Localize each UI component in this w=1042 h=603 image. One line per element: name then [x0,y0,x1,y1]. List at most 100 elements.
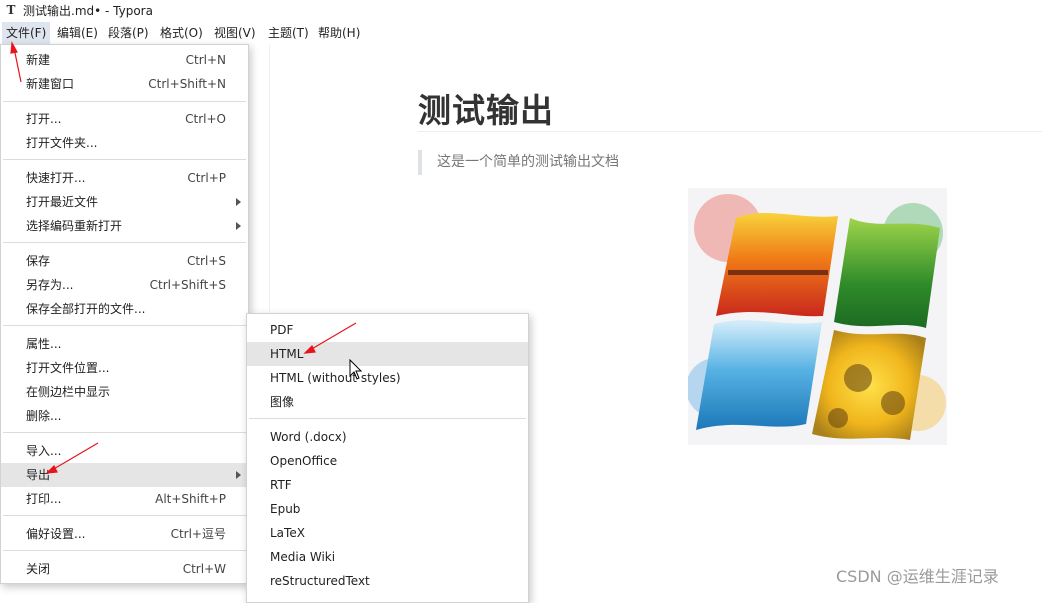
menu-item-export[interactable]: 导出 [1,463,248,487]
export-html[interactable]: HTML [247,342,528,366]
submenu-item-label: LaTeX [270,526,305,540]
export-rtf[interactable]: RTF [247,473,528,497]
menu-paragraph[interactable]: 段落(P) [104,22,153,44]
menu-separator [3,432,246,433]
menu-item-shortcut: Alt+Shift+P [155,492,226,506]
menu-item-label: 另存为... [26,278,74,292]
menu-item-label: 属性... [26,337,62,351]
submenu-item-label: Media Wiki [270,550,336,564]
menu-item-label: 关闭 [26,562,51,576]
menu-file[interactable]: 文件(F) [2,22,51,44]
blockquote-bar [418,150,422,175]
menu-item-reveal-in-sidebar[interactable]: 在侧边栏中显示 [1,380,248,404]
menu-item-close[interactable]: 关闭 Ctrl+W [1,557,248,581]
menu-item-label: 导入... [26,444,62,458]
typora-app-icon: T [6,3,16,17]
export-pdf[interactable]: PDF [247,318,528,342]
submenu-item-label: HTML [270,347,304,361]
menu-item-shortcut: Ctrl+S [186,254,226,268]
document-blockquote[interactable]: 这是一个简单的测试输出文档 [437,152,619,172]
menu-item-open[interactable]: 打开... Ctrl+O [1,107,248,131]
menu-item-shortcut: Ctrl+O [185,112,226,126]
menu-theme[interactable]: 主题(T) [264,22,313,44]
menu-item-shortcut: Ctrl+W [182,562,226,576]
submenu-arrow-icon [236,222,241,230]
menu-item-save[interactable]: 保存 Ctrl+S [1,249,248,273]
submenu-item-label: 图像 [270,395,295,409]
menu-item-label: 删除... [26,409,62,423]
menu-item-label: 选择编码重新打开 [26,219,123,233]
menu-item-properties[interactable]: 属性... [1,332,248,356]
window-title: 测试输出.md• - Typora [23,4,153,18]
menu-item-label: 打印... [26,492,62,506]
menu-item-label: 打开文件位置... [26,361,110,375]
menu-item-label: 打开... [26,112,62,126]
menu-format[interactable]: 格式(O) [156,22,207,44]
menu-item-shortcut: Ctrl+Shift+S [149,278,226,292]
export-html-without-styles[interactable]: HTML (without styles) [247,366,528,390]
menu-help[interactable]: 帮助(H) [314,22,364,44]
mouse-cursor-icon [349,359,363,380]
menu-item-import[interactable]: 导入... [1,439,248,463]
menu-item-shortcut: Ctrl+逗号 [170,527,226,541]
submenu-item-label: PDF [270,323,294,337]
title-bar: T 测试输出.md• - Typora [0,0,1042,22]
menu-item-quick-open[interactable]: 快速打开... Ctrl+P [1,166,248,190]
heading-underline [418,131,1042,132]
menu-item-open-file-location[interactable]: 打开文件位置... [1,356,248,380]
menu-item-shortcut: Ctrl+Shift+N [148,77,226,91]
export-media-wiki[interactable]: Media Wiki [247,545,528,569]
menu-item-save-as[interactable]: 另存为... Ctrl+Shift+S [1,273,248,297]
menu-item-open-recent[interactable]: 打开最近文件 [1,190,248,214]
menu-item-delete[interactable]: 删除... [1,404,248,428]
menu-edit[interactable]: 编辑(E) [53,22,102,44]
menu-item-label: 打开文件夹... [26,136,98,150]
menu-item-save-all[interactable]: 保存全部打开的文件... [1,297,248,321]
export-submenu: PDF HTML HTML (without styles) 图像 Word (… [246,313,529,603]
submenu-item-label: RTF [270,478,292,492]
export-image[interactable]: 图像 [247,390,528,414]
document-heading[interactable]: 测试输出 [418,88,554,134]
menu-separator [3,101,246,102]
menu-separator [3,550,246,551]
submenu-separator [249,418,526,419]
submenu-item-label: OpenOffice [270,454,338,468]
menu-item-label: 保存全部打开的文件... [26,302,146,316]
menu-item-label: 新建 [26,53,51,67]
menu-separator [3,242,246,243]
menu-item-label: 打开最近文件 [26,195,99,209]
submenu-item-label: Word (.docx) [270,430,347,444]
menu-item-label: 导出 [26,468,51,482]
submenu-arrow-icon [236,198,241,206]
export-restructuredtext[interactable]: reStructuredText [247,569,528,593]
submenu-arrow-icon [236,471,241,479]
menu-view[interactable]: 视图(V) [210,22,260,44]
export-word[interactable]: Word (.docx) [247,425,528,449]
menu-item-reopen-with-encoding[interactable]: 选择编码重新打开 [1,214,248,238]
menu-item-label: 偏好设置... [26,527,86,541]
menu-item-open-folder[interactable]: 打开文件夹... [1,131,248,155]
menu-item-new[interactable]: 新建 Ctrl+N [1,48,248,72]
menu-item-new-window[interactable]: 新建窗口 Ctrl+Shift+N [1,72,248,96]
menu-item-shortcut: Ctrl+N [185,53,226,67]
file-menu-dropdown: 新建 Ctrl+N 新建窗口 Ctrl+Shift+N 打开... Ctrl+O… [0,44,249,584]
menu-item-label: 保存 [26,254,51,268]
menu-separator [3,159,246,160]
export-openoffice[interactable]: OpenOffice [247,449,528,473]
menu-item-label: 快速打开... [26,171,86,185]
export-epub[interactable]: Epub [247,497,528,521]
menu-bar: 文件(F) 编辑(E) 段落(P) 格式(O) 视图(V) 主题(T) 帮助(H… [0,22,1042,44]
csdn-watermark: CSDN @运维生涯记录 [836,567,999,586]
windows-style-collage-image [688,194,946,440]
menu-item-print[interactable]: 打印... Alt+Shift+P [1,487,248,511]
menu-item-shortcut: Ctrl+P [187,171,226,185]
submenu-item-label: Epub [270,502,301,516]
submenu-item-label: HTML (without styles) [270,371,401,385]
menu-item-label: 在侧边栏中显示 [26,385,111,399]
menu-separator [3,515,246,516]
export-latex[interactable]: LaTeX [247,521,528,545]
menu-item-preferences[interactable]: 偏好设置... Ctrl+逗号 [1,522,248,546]
document-image[interactable] [688,188,947,445]
menu-item-label: 新建窗口 [26,77,75,91]
menu-separator [3,325,246,326]
